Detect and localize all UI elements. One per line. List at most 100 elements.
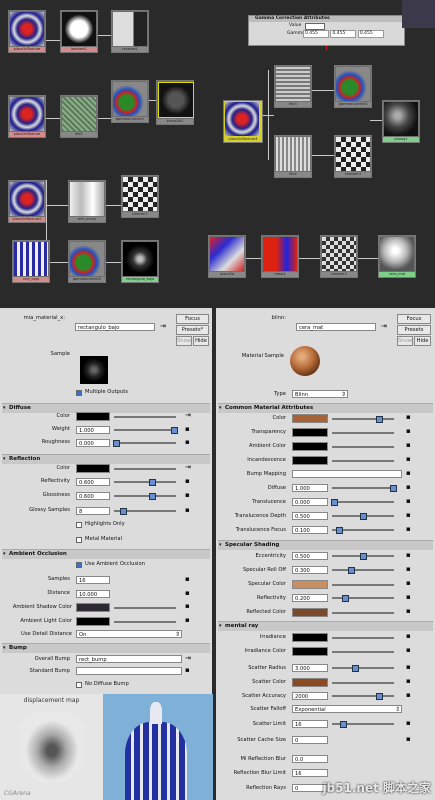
reflected-color-map-icon[interactable]: ▪ xyxy=(406,608,413,615)
diffuse-field-right[interactable]: 1.000 xyxy=(292,484,328,492)
graph-node-place2d-3[interactable]: place2dTexture2 xyxy=(8,180,46,223)
translucence-depth-knob[interactable] xyxy=(360,513,367,520)
ambient-slider[interactable] xyxy=(332,446,394,448)
ao-light-color-swatch[interactable] xyxy=(76,617,110,626)
specular-rolloff-field[interactable]: 0.300 xyxy=(292,566,328,574)
mi-reflection-blur-field[interactable]: 0.0 xyxy=(292,755,328,763)
translucence-focus-field[interactable]: 0.100 xyxy=(292,526,328,534)
glossy-samples-field[interactable]: 8 xyxy=(76,507,110,515)
graph-node-gamma4[interactable]: gammaCorrect4 xyxy=(334,65,372,108)
graph-node-place2d-1[interactable]: place2dTexture xyxy=(8,10,46,53)
irradiance-color-map-icon[interactable]: ▪ xyxy=(406,647,413,654)
graph-node-file2[interactable]: file2 xyxy=(60,95,98,138)
diffuse-knob-right[interactable] xyxy=(390,485,397,492)
glossy-samples-knob[interactable] xyxy=(120,508,127,515)
scatter-cache-map-icon[interactable]: ▪ xyxy=(406,736,413,743)
diffuse-weight-slider[interactable] xyxy=(114,429,176,431)
graph-node-checker2[interactable]: checker2 xyxy=(320,235,358,278)
graph-node-phong[interactable]: phong1 xyxy=(382,100,420,143)
overall-bump-map-icon[interactable]: ⇥ xyxy=(185,655,192,662)
glossiness-slider[interactable] xyxy=(114,495,176,497)
multiple-outputs-checkbox[interactable] xyxy=(76,390,82,396)
scatter-accuracy-knob[interactable] xyxy=(376,693,383,700)
bump-mapping-map-icon[interactable]: ▪ xyxy=(406,470,413,477)
graph-node-cera-mat[interactable]: cera_mat xyxy=(378,235,416,278)
diffuse-color-swatch[interactable] xyxy=(76,412,110,421)
irradiance-swatch[interactable] xyxy=(292,633,328,642)
show-button[interactable]: Show xyxy=(176,336,192,346)
reflectivity-map-icon-right[interactable]: ▪ xyxy=(406,594,413,601)
goto-input-icon-right[interactable]: ⇥ xyxy=(381,323,388,330)
bump-mapping-field[interactable] xyxy=(292,470,402,478)
graph-node-bump[interactable]: bump2d1 xyxy=(156,80,194,125)
specular-color-slider[interactable] xyxy=(332,584,394,586)
detail-distance-select[interactable]: On xyxy=(76,630,182,639)
incandescence-swatch[interactable] xyxy=(292,456,328,465)
metal-material-checkbox[interactable] xyxy=(76,537,82,543)
irradiance-color-swatch[interactable] xyxy=(292,647,328,656)
graph-node-gamma3[interactable]: gammaCorrect3 xyxy=(68,240,106,283)
reflection-blur-limit-field[interactable]: 16 xyxy=(292,769,328,777)
hide-button[interactable]: Hide xyxy=(193,336,209,346)
diffuse-map-icon-right[interactable]: ▪ xyxy=(406,484,413,491)
focus-button-right[interactable]: Focus xyxy=(397,314,431,324)
diffuse-weight-knob[interactable] xyxy=(171,427,178,434)
diffuse-weight-field[interactable]: 1.000 xyxy=(76,426,110,434)
translucence-slider[interactable] xyxy=(332,501,394,503)
irradiance-map-icon[interactable]: ▪ xyxy=(406,633,413,640)
scatter-radius-map-icon[interactable]: ▪ xyxy=(406,664,413,671)
gamma-field-b[interactable]: 0.455 xyxy=(357,30,384,38)
node-name-field[interactable]: rectangulo_bajo xyxy=(75,323,155,331)
roughness-knob[interactable] xyxy=(113,440,120,447)
incandescence-slider[interactable] xyxy=(332,460,394,462)
standard-bump-map-icon[interactable]: ▪ xyxy=(185,667,192,674)
section-ambient-occlusion[interactable]: Ambient Occlusion xyxy=(2,549,210,559)
graph-node-lambert[interactable]: lambert1 xyxy=(60,10,98,53)
scatter-cache-field[interactable]: 0 xyxy=(292,736,328,744)
ao-shadow-color-swatch[interactable] xyxy=(76,603,110,612)
roughness-slider[interactable] xyxy=(114,442,176,444)
translucence-focus-knob[interactable] xyxy=(336,527,343,534)
diffuse-slider-right[interactable] xyxy=(332,487,394,489)
presets-button[interactable]: Presets* xyxy=(176,325,209,335)
refl-color-map-icon[interactable]: ⇥ xyxy=(185,464,192,471)
incandescence-map-icon[interactable]: ▪ xyxy=(406,456,413,463)
section-reflection[interactable]: Reflection xyxy=(2,454,210,464)
ambient-color-swatch[interactable] xyxy=(292,442,328,451)
goto-input-icon[interactable]: ⇥ xyxy=(160,323,167,330)
graph-node-rect-bajo[interactable]: rect_bajo xyxy=(12,240,50,283)
specular-color-swatch[interactable] xyxy=(292,580,328,589)
specular-rolloff-slider[interactable] xyxy=(332,569,394,571)
refl-color-slider[interactable] xyxy=(114,468,176,470)
scatter-radius-knob[interactable] xyxy=(352,665,359,672)
reflected-color-slider[interactable] xyxy=(332,612,394,614)
graph-node-place2d-4[interactable]: place2dTexture4 xyxy=(223,100,263,143)
eccentricity-field[interactable]: 0.500 xyxy=(292,552,328,560)
ao-light-slider[interactable] xyxy=(114,621,176,623)
ao-distance-map-icon[interactable]: ▪ xyxy=(185,590,192,597)
scatter-falloff-select[interactable]: Exponential xyxy=(292,705,402,714)
scatter-limit-knob[interactable] xyxy=(340,721,347,728)
reflectivity-map-icon[interactable]: ▪ xyxy=(185,478,192,485)
color-map-icon[interactable]: ▪ xyxy=(406,414,413,421)
ao-samples-map-icon[interactable]: ▪ xyxy=(185,576,192,583)
ao-distance-field[interactable]: 10.000 xyxy=(76,590,110,598)
eccentricity-map-icon[interactable]: ▪ xyxy=(406,552,413,559)
graph-node-reverse[interactable]: reverse1 xyxy=(111,10,149,53)
scatter-accuracy-field[interactable]: 2000 xyxy=(292,692,328,700)
graph-node-checker1[interactable]: checker1 xyxy=(121,175,159,218)
glossiness-map-icon[interactable]: ▪ xyxy=(185,492,192,499)
ambient-map-icon[interactable]: ▪ xyxy=(406,442,413,449)
hide-button-right[interactable]: Hide xyxy=(414,336,431,346)
standard-bump-field[interactable] xyxy=(76,667,182,675)
section-specular-shading[interactable]: Specular Shading xyxy=(218,540,433,550)
type-select[interactable]: Blinn xyxy=(292,390,348,399)
specular-rolloff-knob[interactable] xyxy=(348,567,355,574)
diffuse-color-map-icon[interactable]: ⇥ xyxy=(185,412,192,419)
gamma-field-r[interactable]: 0.455 xyxy=(303,30,329,38)
transparency-map-icon[interactable]: ▪ xyxy=(406,428,413,435)
use-ao-checkbox[interactable] xyxy=(76,562,82,568)
refl-color-swatch[interactable] xyxy=(76,464,110,473)
gamma-value-swatch[interactable] xyxy=(305,23,325,30)
graph-node-rectangulo-bajo[interactable]: rectangulo_bajo xyxy=(121,240,159,283)
